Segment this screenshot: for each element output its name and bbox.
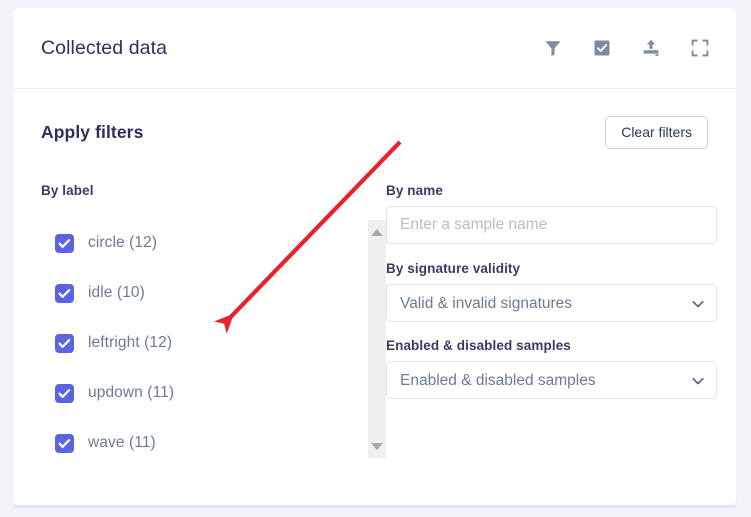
checkbox-checked-icon[interactable] xyxy=(55,283,74,303)
list-item-label: updown (11) xyxy=(88,384,175,401)
label-list-wrapper: circle (12) idle (10) leftright (12) upd… xyxy=(41,216,386,468)
filters-right-column: By name By signature validity Valid & in… xyxy=(386,183,717,468)
by-signature-field-group: By signature validity Valid & invalid si… xyxy=(386,261,717,322)
scroll-up-arrow-icon[interactable] xyxy=(368,225,386,239)
enabled-disabled-samples-heading: Enabled & disabled samples xyxy=(386,338,571,353)
checkbox-checked-icon[interactable] xyxy=(55,383,74,403)
card-body: Apply filters Clear filters By label cir… xyxy=(13,89,736,505)
filter-icon[interactable] xyxy=(543,38,563,58)
select-all-checkbox-icon[interactable] xyxy=(592,38,612,58)
label-list: circle (12) idle (10) leftright (12) upd… xyxy=(41,216,358,468)
list-item-label: wave (11) xyxy=(88,434,156,451)
list-item[interactable]: circle (12) xyxy=(41,218,358,268)
list-item[interactable]: wave (11) xyxy=(41,418,358,468)
list-item-label: leftright (12) xyxy=(88,334,173,351)
checkbox-checked-icon[interactable] xyxy=(55,433,74,453)
by-label-heading: By label xyxy=(41,183,94,198)
list-item[interactable]: idle (10) xyxy=(41,268,358,318)
list-item-label: idle (10) xyxy=(88,284,145,301)
fullscreen-icon[interactable] xyxy=(690,38,710,58)
bottom-divider xyxy=(13,505,736,508)
collected-data-card: Collected data Apply filters Clear filte… xyxy=(13,8,736,506)
enabled-disabled-field-group: Enabled & disabled samples Enabled & dis… xyxy=(386,338,717,399)
signature-validity-select[interactable]: Valid & invalid signatures xyxy=(386,284,717,322)
apply-filters-title: Apply filters xyxy=(41,121,144,142)
scroll-down-arrow-icon[interactable] xyxy=(368,439,386,453)
by-signature-validity-heading: By signature validity xyxy=(386,261,521,276)
page-title: Collected data xyxy=(41,36,168,59)
filters-columns: By label circle (12) idle (10) leftright… xyxy=(41,183,717,468)
clear-filters-button[interactable]: Clear filters xyxy=(605,115,708,149)
checkbox-checked-icon[interactable] xyxy=(55,233,74,253)
list-item[interactable]: leftright (12) xyxy=(41,318,358,368)
checkbox-checked-icon[interactable] xyxy=(55,333,74,353)
signature-validity-select-wrap: Valid & invalid signatures xyxy=(386,284,717,322)
by-name-heading: By name xyxy=(386,183,443,198)
enabled-disabled-select[interactable]: Enabled & disabled samples xyxy=(386,361,717,399)
list-item-label: circle (12) xyxy=(88,234,158,251)
card-header: Collected data xyxy=(13,8,736,89)
by-label-column: By label circle (12) idle (10) leftright… xyxy=(41,183,386,468)
by-name-field-group: By name xyxy=(386,183,717,244)
filters-header-row: Apply filters Clear filters xyxy=(41,115,708,149)
enabled-disabled-select-wrap: Enabled & disabled samples xyxy=(386,361,717,399)
list-item[interactable]: updown (11) xyxy=(41,368,358,418)
label-list-scrollbar[interactable] xyxy=(368,220,386,458)
sample-name-input[interactable] xyxy=(386,206,717,244)
header-actions xyxy=(543,38,710,58)
upload-icon[interactable] xyxy=(641,38,661,58)
